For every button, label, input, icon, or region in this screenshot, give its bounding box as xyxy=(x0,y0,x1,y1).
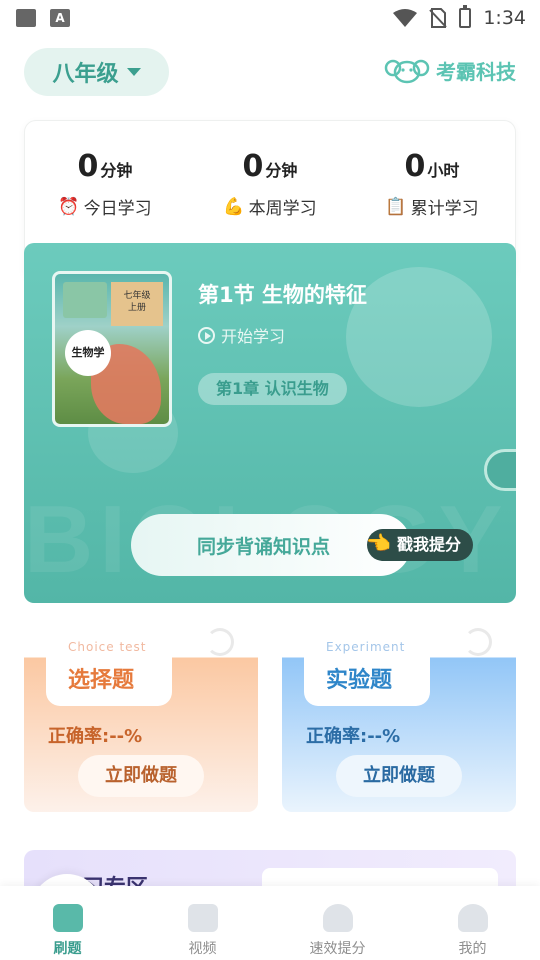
nav-item-boost[interactable]: 速效提分 xyxy=(270,886,405,960)
koala-icon xyxy=(384,59,430,83)
card-subtitle: Experiment xyxy=(326,640,406,654)
stat-week: 0 分钟 💪 本周学习 xyxy=(195,149,345,219)
grade-tag: 七年级 上册 xyxy=(111,282,163,326)
image-icon xyxy=(16,9,36,27)
stat-label: 累计学习 xyxy=(410,199,479,219)
textbook-cover[interactable]: 七年级上册 生物学 xyxy=(52,271,172,427)
alarm-clock-icon: ⏰ xyxy=(58,196,80,217)
grade-tag-line: 上册 xyxy=(127,303,146,313)
brand-name: 考霸科技 xyxy=(436,60,516,84)
rocket-icon xyxy=(322,904,353,932)
stat-unit: 分钟 xyxy=(100,161,133,180)
stat-unit: 小时 xyxy=(427,161,460,180)
lesson-title[interactable]: 第1节 生物的特征 xyxy=(198,279,367,309)
pointing-hand-icon: 👈 xyxy=(366,531,391,555)
nav-label: 速效提分 xyxy=(309,941,366,957)
start-label: 开始学习 xyxy=(221,327,286,346)
grade-tag-line: 七年级 xyxy=(123,291,151,301)
recite-label: 同步背诵知识点 xyxy=(197,535,331,558)
chapter-badge[interactable]: 第1章 认识生物 xyxy=(198,373,347,405)
decor-curl xyxy=(206,628,234,656)
battery-charging-icon xyxy=(459,5,472,28)
start-learning-link[interactable]: 开始学习 xyxy=(198,323,285,347)
wifi-icon xyxy=(393,9,418,27)
stat-label: 本周学习 xyxy=(248,199,317,219)
nav-label: 刷题 xyxy=(53,941,82,957)
nav-item-practice[interactable]: 刷题 xyxy=(0,886,135,960)
subject-name: 生物学 xyxy=(65,330,111,376)
profile-icon xyxy=(457,904,488,932)
video-icon xyxy=(187,904,218,932)
a-icon: A xyxy=(50,9,70,27)
card-tab: Choice test 选择题 xyxy=(46,626,172,706)
caret-down-icon xyxy=(126,68,141,76)
nav-label: 视频 xyxy=(188,941,217,957)
course-banner[interactable]: BIOLOGY 七年级上册 生物学 第1节 生物的特征 开始学习 第1章 认识生… xyxy=(24,243,516,603)
start-experiment-button[interactable]: 立即做题 xyxy=(336,755,462,797)
stat-today: 0 分钟 ⏰ 今日学习 xyxy=(30,149,180,219)
card-title: 实验题 xyxy=(326,668,393,693)
grade-label: 八年级 xyxy=(52,62,119,87)
clock: 1:34 xyxy=(483,7,526,29)
stat-unit: 分钟 xyxy=(265,161,298,180)
accuracy-rate: 正确率:--% xyxy=(48,726,143,747)
choice-test-card[interactable]: Choice test 选择题 正确率:--% 立即做题 xyxy=(24,626,258,812)
card-tab: Experiment 实验题 xyxy=(304,626,430,706)
stat-value: 0 xyxy=(77,149,99,184)
decor-curl xyxy=(464,628,492,656)
bottom-nav: 刷题 视频 速效提分 我的 xyxy=(0,886,540,960)
play-icon xyxy=(198,326,215,344)
brand-logo: 考霸科技 xyxy=(384,56,516,85)
stat-value: 0 xyxy=(404,149,426,184)
publisher-logo xyxy=(63,282,107,318)
stat-value: 0 xyxy=(242,149,264,184)
nav-item-video[interactable]: 视频 xyxy=(135,886,270,960)
card-subtitle: Choice test xyxy=(68,640,147,654)
no-sim-icon xyxy=(429,8,448,28)
accuracy-rate: 正确率:--% xyxy=(306,726,401,747)
experiment-card[interactable]: Experiment 实验题 正确率:--% 立即做题 xyxy=(282,626,516,812)
start-choice-test-button[interactable]: 立即做题 xyxy=(78,755,204,797)
nav-label: 我的 xyxy=(458,941,487,957)
stat-total: 0 小时 📋 累计学习 xyxy=(357,149,507,219)
clipboard-icon: 📋 xyxy=(385,196,407,217)
flexed-arm-icon: 💪 xyxy=(223,196,245,217)
nav-item-profile[interactable]: 我的 xyxy=(405,886,540,960)
status-bar: A 1:34 xyxy=(0,0,540,36)
decor-bubble xyxy=(346,267,492,407)
stat-label: 今日学习 xyxy=(83,199,152,219)
grade-selector[interactable]: 八年级 xyxy=(24,48,169,96)
card-title: 选择题 xyxy=(68,668,135,693)
home-icon xyxy=(52,904,83,932)
